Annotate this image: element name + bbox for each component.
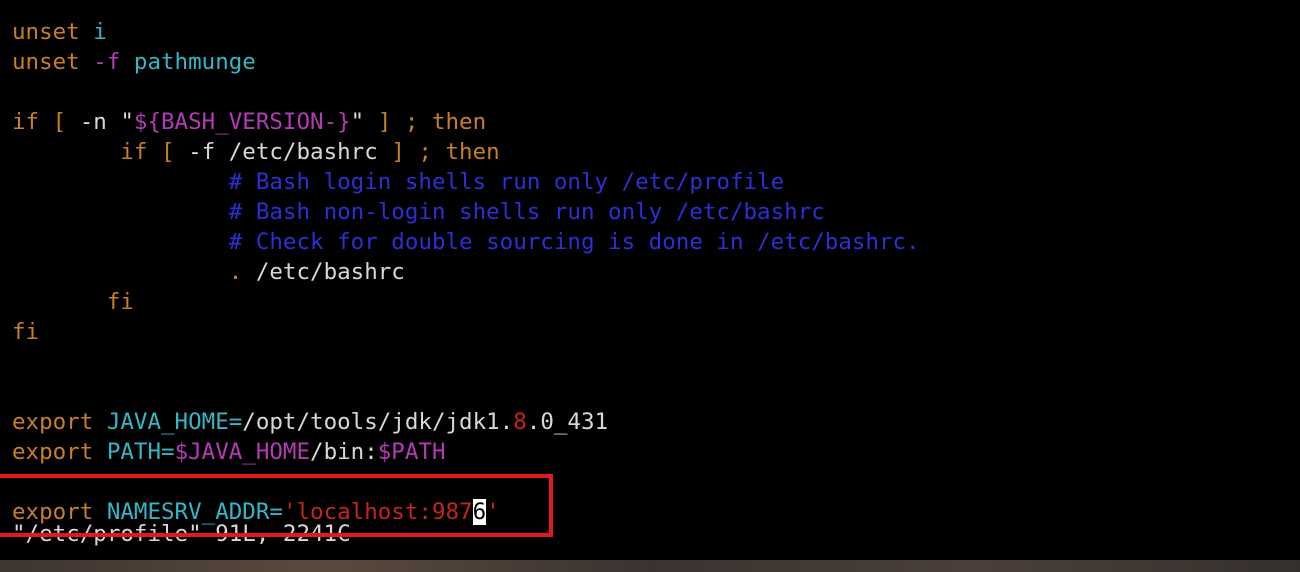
code-token: pathmunge bbox=[133, 49, 256, 75]
code-token: [ bbox=[161, 139, 175, 165]
code-token: if bbox=[12, 109, 40, 135]
code-token: $JAVA_HOME bbox=[174, 439, 311, 465]
code-line-15: export PATH=$JAVA_HOME/bin:$PATH bbox=[12, 437, 920, 467]
code-line-11: fi bbox=[12, 317, 920, 347]
code-token: [ bbox=[52, 109, 67, 135]
code-token: # Bash login shells run only /etc/profil… bbox=[228, 169, 785, 195]
code-token: = bbox=[161, 439, 175, 465]
code-line-2: unset -f pathmunge bbox=[12, 47, 920, 77]
code-token: # Check for double sourcing is done in /… bbox=[228, 229, 920, 255]
code-token: JAVA_HOME bbox=[106, 409, 229, 435]
code-token: -n bbox=[79, 109, 107, 135]
code-token: -f bbox=[93, 49, 121, 75]
code-token: fi bbox=[106, 289, 134, 315]
code-line-14: export JAVA_HOME=/opt/tools/jdk/jdk1.8.0… bbox=[12, 407, 920, 437]
code-token: -f bbox=[188, 139, 216, 165]
editor-buffer[interactable]: unset i unset -f pathmunge if [ -n "${BASH… bbox=[12, 17, 920, 549]
code-line-1: unset i bbox=[12, 17, 920, 47]
code-token: ${BASH_VERSION-} bbox=[133, 109, 351, 135]
code-token: i bbox=[93, 19, 107, 45]
highlight-box bbox=[0, 474, 553, 537]
code-token: /opt/tools/jdk/jdk1. bbox=[242, 409, 514, 435]
code-line-9: . /etc/bashrc bbox=[12, 257, 920, 287]
code-token: unset bbox=[12, 19, 80, 45]
code-token: then bbox=[445, 139, 500, 165]
code-token: . bbox=[228, 259, 243, 285]
code-token: $PATH bbox=[377, 439, 446, 465]
code-token: ; bbox=[404, 109, 419, 135]
code-token: /etc/bashrc bbox=[242, 259, 405, 285]
code-token: unset bbox=[12, 49, 80, 75]
code-line-7: # Bash non-login shells run only /etc/ba… bbox=[12, 197, 920, 227]
code-token: /bin: bbox=[310, 439, 378, 465]
code-line-5: if [ -f /etc/bashrc ] ; then bbox=[12, 137, 920, 167]
code-token: export bbox=[12, 439, 94, 465]
code-token: " bbox=[350, 109, 365, 135]
code-line-8: # Check for double sourcing is done in /… bbox=[12, 227, 920, 257]
code-token: export bbox=[12, 409, 94, 435]
code-token: = bbox=[228, 409, 243, 435]
code-token: /etc/bashrc bbox=[228, 139, 378, 165]
code-line-6: # Bash login shells run only /etc/profil… bbox=[12, 167, 920, 197]
code-line-4: if [ -n "${BASH_VERSION-}" ] ; then bbox=[12, 107, 920, 137]
code-token: ] bbox=[377, 109, 392, 135]
code-token: ] bbox=[391, 139, 405, 165]
code-token: PATH bbox=[106, 439, 162, 465]
code-line-10: fi bbox=[12, 287, 920, 317]
desktop-background-strip bbox=[0, 560, 1300, 572]
code-token: if bbox=[120, 139, 148, 165]
code-token: .0_431 bbox=[526, 409, 609, 435]
code-token: " bbox=[120, 109, 134, 135]
code-token: 8 bbox=[513, 409, 527, 435]
code-token: then bbox=[431, 109, 487, 135]
code-token: # Bash non-login shells run only /etc/ba… bbox=[228, 199, 825, 225]
code-token: fi bbox=[12, 319, 40, 345]
terminal-window[interactable]: unset i unset -f pathmunge if [ -n "${BASH… bbox=[0, 0, 1300, 560]
code-token: ; bbox=[418, 139, 432, 165]
